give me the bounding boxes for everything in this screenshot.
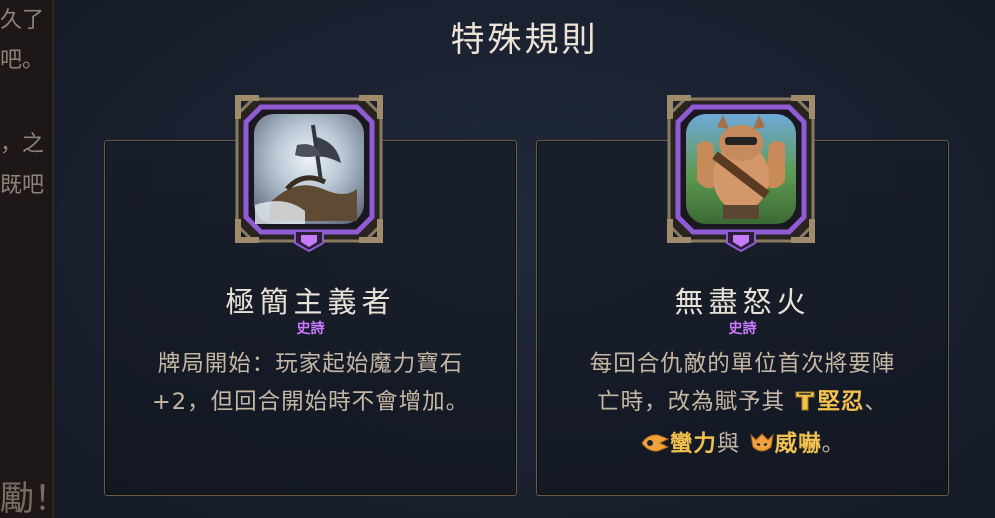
description-line: 每回合仇敵的單位首次將要陣 [589, 351, 896, 377]
left-panel-line: 勵！ [0, 479, 52, 518]
description-line: +2，但回合開始時不會增加。 [151, 389, 470, 415]
keyword-fearsome[interactable]: 威嚇 [775, 431, 822, 457]
overwhelm-keyword-icon [640, 429, 670, 467]
special-rules-panel: 特殊規則 極簡主義者 史詩 牌局開始：玩家起始魔力寶石 +2，但回合開始時不會增… [54, 0, 995, 518]
card-description: 牌局開始：玩家起始魔力寶石 +2，但回合開始時不會增加。 [129, 345, 492, 421]
keyword-overwhelm[interactable]: 蠻力 [670, 431, 717, 457]
separator: 、 [864, 389, 888, 415]
description-text: 。 [821, 431, 846, 457]
muscular-yordle-icon [657, 85, 825, 253]
rule-card-minimalist[interactable]: 極簡主義者 史詩 牌局開始：玩家起始魔力寶石 +2，但回合開始時不會增加。 [104, 95, 517, 496]
left-panel-line: 久了 [0, 8, 45, 33]
description-text: 與 [716, 431, 741, 457]
card-title: 極簡主義者 [225, 285, 396, 319]
rarity-label: 史詩 [296, 321, 325, 337]
rarity-label: 史詩 [728, 321, 757, 337]
description-line: 蠻力與 威嚇。 [561, 425, 924, 467]
description-text: 亡時，改為賦予其 [597, 389, 786, 415]
keyword-tough[interactable]: 堅忍 [817, 389, 864, 415]
left-panel-line: 既吧 [0, 173, 45, 198]
page-title: 特殊規則 [450, 20, 599, 60]
ship-wreck-icon [225, 85, 393, 253]
description-line: 亡時，改為賦予其 堅忍、 [561, 383, 924, 425]
fearsome-keyword-icon [749, 429, 775, 467]
tough-keyword-icon [793, 387, 817, 425]
description-line: 牌局開始：玩家起始魔力寶石 [157, 351, 464, 377]
rule-card-endless-rage[interactable]: 無盡怒火 史詩 每回合仇敵的單位首次將要陣 亡時，改為賦予其 堅忍、 蠻力與 威… [536, 95, 949, 496]
left-panel-line: 吧。 [0, 48, 45, 73]
left-panel-line: ，之 [0, 132, 45, 157]
card-description: 每回合仇敵的單位首次將要陣 亡時，改為賦予其 堅忍、 蠻力與 威嚇。 [561, 345, 924, 467]
left-side-panel: 久了 吧。 ，之 既吧 勵！ [0, 0, 54, 518]
card-title: 無盡怒火 [674, 285, 811, 319]
